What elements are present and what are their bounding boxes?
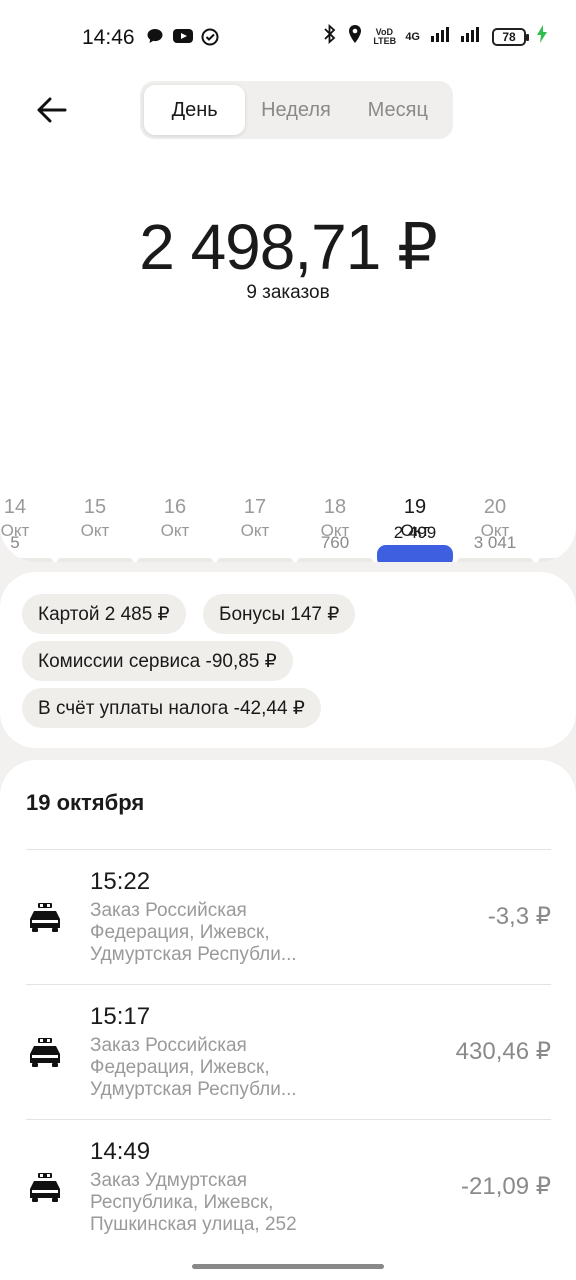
back-button[interactable] <box>34 92 70 128</box>
day-bar[interactable] <box>457 558 533 562</box>
tab-month[interactable]: Месяц <box>347 85 449 135</box>
order-amount: 430,46 ₽ <box>455 1038 551 1065</box>
order-desc-line: Заказ Удмуртская <box>90 1170 248 1191</box>
day-month-label: Окт <box>0 521 30 540</box>
day-bar-partial[interactable] <box>538 558 576 562</box>
arrow-left-icon <box>37 97 67 123</box>
taxi-car-icon <box>30 903 60 932</box>
order-row[interactable]: 15:22 Заказ Российская Федерация, Ижевск… <box>26 849 551 984</box>
order-description: Заказ Российская Федерация, Ижевск, Удму… <box>90 900 330 966</box>
period-switcher: День Неделя Месяц <box>140 81 453 139</box>
tab-day[interactable]: День <box>144 85 246 135</box>
status-time: 14:46 <box>82 26 135 49</box>
orders-count: 9 заказов <box>246 282 330 303</box>
network-label: VoD LTEB <box>373 26 397 46</box>
wifi-icon <box>430 25 450 48</box>
day-bar[interactable] <box>217 558 293 562</box>
order-time: 15:17 <box>90 1003 151 1030</box>
day-month-label: Окт <box>320 521 350 540</box>
signal-icon <box>460 25 482 48</box>
day-number-label[interactable]: 15 <box>56 496 134 519</box>
summary-card: День Неделя Месяц 2 498,71 ₽ 9 заказов 5… <box>0 76 576 562</box>
chip-tax: В счёт уплаты налога -42,44 ₽ <box>22 688 321 728</box>
day-month-label: Окт <box>240 521 270 540</box>
status-bar: 14:46 VoD LTEB 4G 78 <box>0 0 576 76</box>
network-type: 4G <box>405 30 420 43</box>
check-circle-icon <box>200 27 220 52</box>
tab-week[interactable]: Неделя <box>245 85 346 135</box>
day-month-label: Окт <box>480 521 510 540</box>
total-amount: 2 498,71 ₽ <box>139 211 438 283</box>
day-month-label: Окт <box>400 521 430 540</box>
day-number-label[interactable]: 14 <box>0 496 54 519</box>
order-amount: -3,3 ₽ <box>487 903 551 930</box>
day-number-label[interactable]: 18 <box>296 496 374 519</box>
order-desc-line: Удмуртская Республи... <box>90 944 297 965</box>
chip-service-commission: Комиссии сервиса -90,85 ₽ <box>22 641 293 681</box>
messenger-icon <box>146 27 164 50</box>
day-bar[interactable] <box>377 545 453 562</box>
order-description: Заказ Российская Федерация, Ижевск, Удму… <box>90 1035 330 1101</box>
order-amount: -21,09 ₽ <box>461 1173 551 1200</box>
youtube-icon <box>172 27 194 50</box>
order-description: Заказ Удмуртская Республика, Ижевск, Пуш… <box>90 1170 330 1236</box>
order-time: 15:22 <box>90 868 151 895</box>
order-desc-line: Республика, Ижевск, <box>90 1192 274 1213</box>
day-bar[interactable] <box>57 558 133 562</box>
list-date-title: 19 октября <box>26 790 145 815</box>
charging-icon <box>536 24 548 49</box>
home-indicator[interactable] <box>192 1264 384 1269</box>
status-right-icons: VoD LTEB 4G 78 <box>323 23 548 49</box>
day-bar[interactable] <box>0 558 53 562</box>
breakdown-card: Картой 2 485 ₽ Бонусы 147 ₽ Комиссии сер… <box>0 572 576 748</box>
day-bar[interactable] <box>297 558 373 562</box>
bluetooth-icon <box>323 23 337 49</box>
day-month-label: Окт <box>80 521 110 540</box>
chip-card-payment: Картой 2 485 ₽ <box>22 594 186 634</box>
order-desc-line: Удмуртская Республи... <box>90 1079 297 1100</box>
location-icon <box>347 24 363 49</box>
taxi-car-icon <box>30 1173 60 1202</box>
day-number-label[interactable]: 16 <box>136 496 214 519</box>
order-desc-line: Заказ Российская <box>90 900 247 921</box>
order-row[interactable]: 15:17 Заказ Российская Федерация, Ижевск… <box>26 984 551 1119</box>
order-desc-line: Заказ Российская <box>90 1035 247 1056</box>
day-number-label[interactable]: 17 <box>216 496 294 519</box>
network-label-text: VoD LTEB <box>373 26 397 46</box>
order-row[interactable]: 14:49 Заказ Удмуртская Республика, Ижевс… <box>26 1119 551 1254</box>
day-bar[interactable] <box>137 558 213 562</box>
battery-indicator: 78 <box>492 27 529 46</box>
order-desc-line: Федерация, Ижевск, <box>90 922 270 943</box>
battery-level: 78 <box>502 29 516 44</box>
day-month-label: Окт <box>160 521 190 540</box>
order-desc-line: Пушкинская улица, 252 <box>90 1214 297 1235</box>
day-number-label[interactable]: 19 <box>376 496 454 519</box>
order-desc-line: Федерация, Ижевск, <box>90 1057 270 1078</box>
day-number-label[interactable]: 20 <box>456 496 534 519</box>
taxi-car-icon <box>30 1038 60 1067</box>
chip-bonuses: Бонусы 147 ₽ <box>203 594 356 634</box>
orders-list-card: 19 октября 15:22 Заказ Российская Федера… <box>0 760 576 1280</box>
order-time: 14:49 <box>90 1138 151 1165</box>
